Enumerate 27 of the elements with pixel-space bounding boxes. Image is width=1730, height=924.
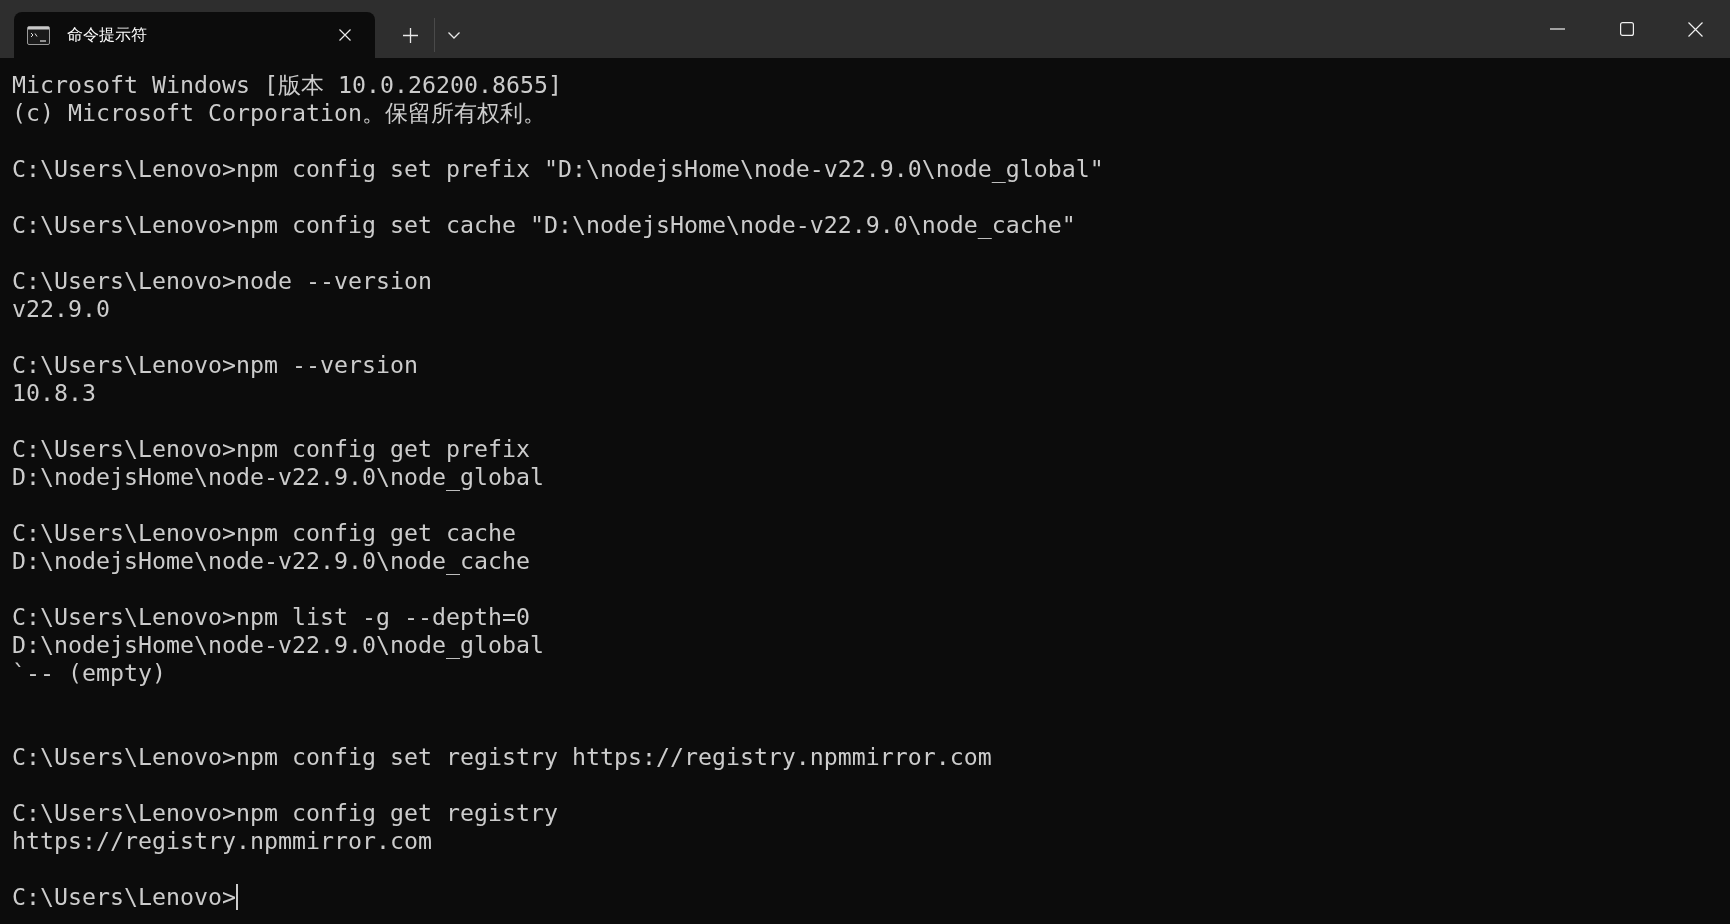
terminal-tab[interactable]: 命令提示符 bbox=[14, 12, 375, 58]
console-line: C:\Users\Lenovo>npm list -g --depth=0 bbox=[12, 603, 530, 631]
console-line: C:\Users\Lenovo>npm config get prefix bbox=[12, 435, 530, 463]
console-line: C:\Users\Lenovo>npm config set registry https://registry.npmmirror.com bbox=[12, 743, 992, 771]
console-line: D:\nodejsHome\node-v22.9.0\node_global bbox=[12, 631, 544, 659]
console-line: C:\Users\Lenovo>node --version bbox=[12, 267, 432, 295]
plus-icon bbox=[402, 27, 418, 43]
console-line: D:\nodejsHome\node-v22.9.0\node_cache bbox=[12, 547, 530, 575]
prompt-text: C:\Users\Lenovo> bbox=[12, 883, 236, 911]
console-line: `-- (empty) bbox=[12, 659, 166, 687]
console-line: https://registry.npmmirror.com bbox=[12, 827, 432, 855]
close-icon bbox=[1688, 21, 1703, 37]
minimize-icon bbox=[1550, 28, 1565, 30]
console-line: C:\Users\Lenovo>npm config set cache "D:\nodejsHome\node-v22.9.0\node_cache" bbox=[12, 211, 1076, 239]
console-line: Microsoft Windows [版本 10.0.26200.8655] bbox=[12, 71, 562, 99]
console-line: D:\nodejsHome\node-v22.9.0\node_global bbox=[12, 463, 544, 491]
console-line: C:\Users\Lenovo>npm --version bbox=[12, 351, 418, 379]
chevron-down-icon bbox=[448, 31, 460, 39]
console-line: (c) Microsoft Corporation。保留所有权利。 bbox=[12, 99, 546, 127]
console-line: C:\Users\Lenovo>npm config get cache bbox=[12, 519, 516, 547]
console-line: 10.8.3 bbox=[12, 379, 96, 407]
console-line: C:\Users\Lenovo>npm config get registry bbox=[12, 799, 558, 827]
console-line: v22.9.0 bbox=[12, 295, 110, 323]
terminal-icon bbox=[27, 25, 50, 45]
maximize-icon bbox=[1619, 22, 1634, 36]
close-icon bbox=[339, 29, 351, 41]
console-line: C:\Users\Lenovo>npm config set prefix "D:\nodejsHome\node-v22.9.0\node_global" bbox=[12, 155, 1104, 183]
